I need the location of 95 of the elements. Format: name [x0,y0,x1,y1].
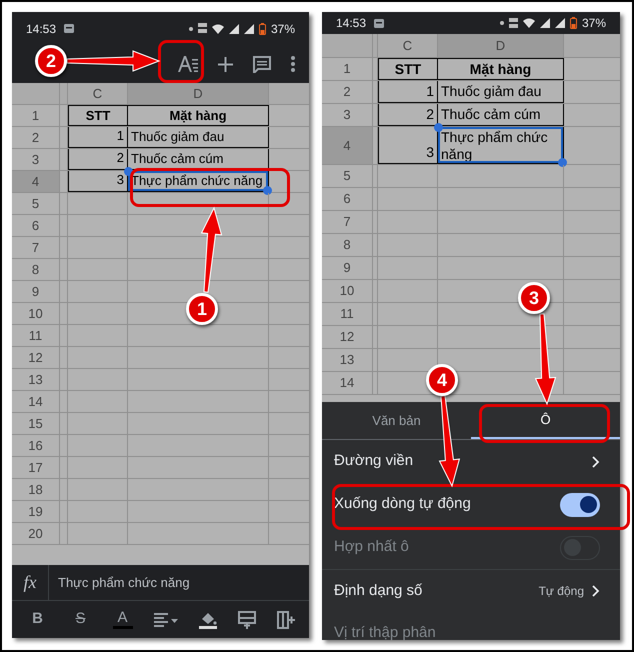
row-number[interactable]: 8 [322,234,373,256]
row-number[interactable]: 7 [322,211,373,233]
table-cell-text: 3 [116,171,125,188]
bold-button[interactable]: B [26,608,48,631]
battery-icon [258,22,266,34]
setting-label: Định dạng số [334,580,422,601]
highlight-frame [158,40,204,83]
row-number[interactable]: 3 [12,149,60,170]
row-number[interactable]: 12 [12,347,60,368]
setting-label: Xuống dòng tự động [334,494,471,514]
selection-handle[interactable] [263,186,272,195]
selection-handle[interactable] [558,158,567,167]
row-number[interactable]: 10 [322,280,373,302]
table-cell-text: 2 [425,105,435,124]
toggle-switch[interactable] [560,492,600,516]
row-number[interactable]: 6 [12,215,60,236]
signal-icon [554,18,565,28]
selection-handle[interactable] [434,123,443,132]
row-number[interactable]: 11 [12,325,60,346]
insert-column-icon[interactable] [276,610,294,628]
text-color-button[interactable]: A [112,610,132,629]
signal-icon [228,24,239,34]
more-icon[interactable] [291,56,295,72]
row-number[interactable]: 17 [12,457,60,478]
status-time: 14:53 [26,20,56,38]
table-cell-text: 3 [425,143,435,162]
status-time: 14:53 [336,15,366,32]
row-number[interactable]: 16 [12,435,60,456]
wifi-icon [522,18,535,28]
row-number[interactable]: 13 [12,369,60,390]
battery-level: 37% [582,15,606,32]
row-number[interactable]: 12 [322,326,373,348]
row-number[interactable]: 18 [12,479,60,500]
sheet-tab[interactable]: Văn bản [322,402,471,439]
fill-color-icon[interactable] [198,610,216,628]
column-header[interactable]: D [128,83,269,104]
sheet-tab[interactable]: Ô [471,402,620,439]
row-number[interactable]: 7 [12,237,60,258]
insert-row-icon[interactable] [238,610,256,628]
signal-icon [244,24,254,34]
row-number[interactable]: 5 [12,193,60,214]
row-number[interactable]: 9 [12,281,60,302]
row-number[interactable]: 5 [322,165,373,187]
column-header[interactable]: D [438,34,564,57]
formula-label: fx [12,565,49,600]
table-cell-text: 1 [116,127,125,144]
row-number[interactable]: 11 [322,303,373,325]
table-cell-text: Thuốc cảm cúm [130,150,224,168]
row-number[interactable]: 8 [12,259,60,280]
table-cell-text: Thuốc cảm cúm [440,105,542,124]
setting-value: Tự động [538,583,584,600]
comment-icon[interactable] [253,56,271,72]
row-number[interactable]: 15 [12,413,60,434]
setting-label: Đường viền [334,451,414,472]
row-number[interactable]: 13 [322,349,373,371]
setting-label: Hợp nhất ô [334,537,409,558]
row-number[interactable]: 1 [322,58,373,80]
row-number[interactable]: 6 [322,188,373,210]
text-format-icon[interactable] [178,56,198,72]
notification-icon [64,24,74,33]
selection-handle[interactable] [124,167,133,176]
plus-icon[interactable] [218,56,233,72]
battery-icon [570,17,577,29]
dot-icon [188,26,193,30]
align-icon[interactable] [154,612,178,626]
formula-input[interactable]: Thực phẩm chức năng [49,572,190,592]
row-number[interactable]: 9 [322,257,373,279]
row-number[interactable]: 2 [12,127,60,148]
row-number[interactable]: 3 [322,104,373,126]
wifi-icon [212,24,224,34]
table-cell-text: 1 [425,82,435,101]
row-number[interactable]: 19 [12,501,60,522]
notification-icon [374,18,384,28]
row-number[interactable]: 2 [322,81,373,103]
row-number[interactable]: 20 [12,523,60,544]
column-title: Mặt hàng [168,106,228,125]
setting-label: Vị trí thập phân [334,623,436,640]
row-number[interactable]: 10 [12,303,60,324]
row-number[interactable]: 14 [12,391,60,412]
row-number[interactable]: 4 [322,127,373,164]
strikethrough-button[interactable]: S [70,608,92,631]
row-number[interactable]: 14 [322,372,373,394]
chevron-right-icon [592,585,600,597]
table-cell-text: Thuốc giảm đau [130,128,226,146]
column-title: Mặt hàng [468,60,532,79]
table-cell-text: 2 [116,149,125,166]
column-title: STT [84,106,112,125]
row-number[interactable]: 4 [12,171,60,192]
column-title: STT [394,60,422,78]
table-cell-text: Thuốc giảm đau [440,82,542,101]
signal-icon [540,18,550,28]
chevron-right-icon [592,456,600,468]
battery-level: 37% [270,20,295,38]
dot-icon [500,21,504,25]
row-number[interactable]: 1 [12,105,60,126]
